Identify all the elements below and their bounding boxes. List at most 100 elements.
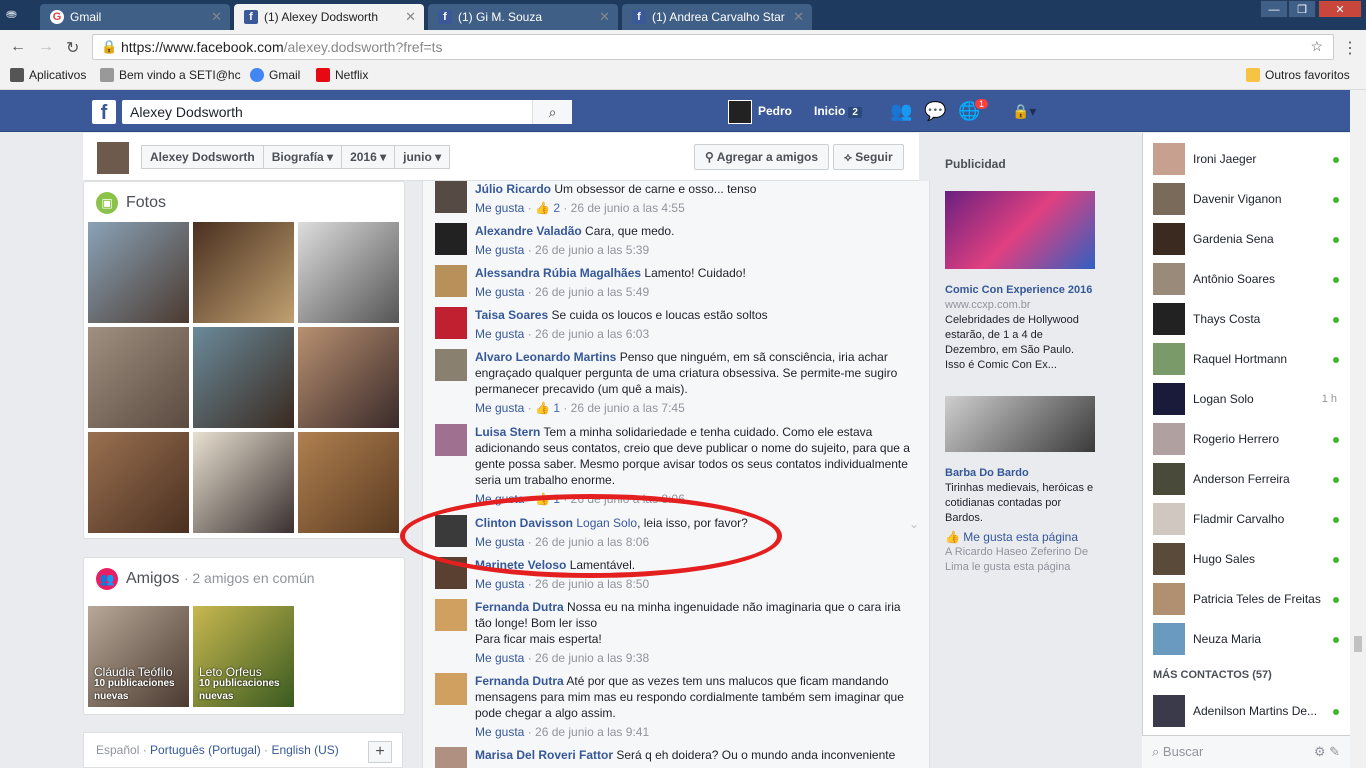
chat-contact[interactable]: Hugo Sales [1153,543,1343,575]
scrollbar-thumb[interactable] [1354,636,1362,652]
breadcrumb: Alexey Dodsworth Biografía ▾ 2016 ▾ juni… [141,145,451,169]
friend-requests-icon[interactable]: 👥 [890,101,912,122]
photos-card: ▣ Fotos [83,181,405,539]
chat-contact[interactable]: Anderson Ferreira [1153,463,1343,495]
messages-icon[interactable]: 💬 [924,101,946,122]
url-input[interactable]: 🔒 https://www.facebook.com/alexey.dodswo… [92,34,1334,60]
chat-contact[interactable]: Gardenia Sena [1153,223,1343,255]
ad-comic-con[interactable]: Comic Con Experience 2016 www.ccxp.com.b… [945,283,1095,373]
chat-contact[interactable]: Raquel Hortmann [1153,343,1343,375]
star-icon[interactable]: ☆ [1310,38,1323,55]
chat-contact[interactable]: Davenir Viganon [1153,183,1343,215]
like-count[interactable]: 👍 2 [535,201,560,215]
chat-contact[interactable]: Neuza Maria [1153,623,1343,655]
friends-icon: 👥 [96,568,118,590]
avatar[interactable] [435,223,467,255]
chat-contact[interactable]: Logan Solo 1 h [1153,383,1343,415]
tab-gi-souza[interactable]: f (1) Gi M. Souza ✕ [428,4,618,30]
friend-tile[interactable]: Leto Orfeus 10 publicaciones nuevas [193,606,294,707]
minimize-button[interactable]: — [1260,0,1288,18]
close-tab-icon[interactable]: ✕ [211,9,222,25]
bookmark-seti[interactable]: Bem vindo a SETI@hc [100,68,241,82]
reload-icon[interactable]: ↻ [66,38,79,58]
avatar [1153,503,1185,535]
chat-settings-icon[interactable]: ⚙ ✎ [1314,744,1340,760]
photo-thumbnail[interactable] [298,432,399,533]
chat-contact[interactable]: Fladmir Carvalho [1153,503,1343,535]
profile-link[interactable]: Pedro [728,100,792,124]
like-count[interactable]: 👍 1 [535,401,560,415]
home-link[interactable]: Inicio 2 [814,104,862,118]
tab-gmail[interactable]: G Gmail ✕ [40,4,230,30]
chat-search-input[interactable]: ⌕ Buscar ⚙ ✎ [1142,735,1350,768]
photo-thumbnail[interactable] [298,222,399,323]
bookmark-other[interactable]: Outros favoritos [1246,68,1350,82]
chevron-down-icon[interactable]: ⌄ [909,517,919,531]
privacy-icon[interactable]: 🔒▾ [1012,103,1036,120]
photo-icon: ▣ [96,192,118,214]
photo-thumbnail[interactable] [193,327,294,428]
menu-icon[interactable]: ⋮ [1342,38,1358,58]
crumb-biography[interactable]: Biografía ▾ [264,146,343,168]
page-scrollbar[interactable] [1350,90,1366,768]
avatar[interactable] [435,557,467,589]
tab-alexey[interactable]: f (1) Alexey Dodsworth ✕ [234,4,424,30]
ad-image[interactable] [945,396,1095,452]
add-friend-button[interactable]: ⚲ Agregar a amigos [694,144,830,170]
avatar[interactable] [435,424,467,456]
photo-thumbnail[interactable] [88,222,189,323]
like-count[interactable]: 👍 1 [535,492,560,506]
avatar[interactable] [435,747,467,768]
add-language-button[interactable]: + [368,741,392,763]
avatar[interactable] [435,307,467,339]
bookmark-apps[interactable]: Aplicativos [10,68,86,82]
avatar[interactable] [97,142,129,174]
friend-tile[interactable]: Cláudia Teófilo 10 publicaciones nuevas [88,606,189,707]
avatar[interactable] [435,599,467,631]
chat-contact[interactable]: Antônio Soares [1153,263,1343,295]
online-indicator [1333,637,1339,643]
tab-andrea[interactable]: f (1) Andrea Carvalho Star ✕ [622,4,812,30]
crumb-profile[interactable]: Alexey Dodsworth [142,146,264,168]
bookmark-gmail[interactable]: Gmail [250,68,300,82]
back-icon[interactable]: ← [10,38,26,56]
chat-contact[interactable]: Adenilson Martins De... [1153,695,1343,727]
close-window-button[interactable]: ✕ [1318,0,1362,18]
close-tab-icon[interactable]: ✕ [793,9,804,25]
photos-title[interactable]: ▣ Fotos [96,192,166,214]
ad-image[interactable] [945,191,1095,269]
friends-card: 👥 Amigos · 2 amigos en común Cláudia Teóf… [83,557,405,715]
search-icon[interactable]: ⌕ [532,100,572,124]
forward-icon[interactable]: → [38,38,54,56]
facebook-logo-icon[interactable]: f [92,100,116,124]
avatar[interactable] [435,673,467,705]
online-indicator [1333,517,1339,523]
photo-thumbnail[interactable] [88,327,189,428]
chat-contact[interactable]: Rogerio Herrero [1153,423,1343,455]
photo-thumbnail[interactable] [88,432,189,533]
fb-search-input[interactable]: Alexey Dodsworth [122,100,572,124]
follow-button[interactable]: ⟡ Seguir [833,144,904,170]
avatar [1153,463,1185,495]
chat-sidebar: Ironi Jaeger Davenir Viganon Gardenia Se… [1142,133,1350,768]
online-indicator [1333,437,1339,443]
photo-thumbnail[interactable] [193,222,294,323]
like-page-link[interactable]: 👍 Me gusta esta página [945,530,1095,545]
maximize-button[interactable]: ❐ [1288,0,1316,18]
crumb-month[interactable]: junio ▾ [395,146,449,168]
ad-barba-bardo[interactable]: Barba Do Bardo Tirinhas medievais, herói… [945,466,1095,575]
avatar[interactable] [435,349,467,381]
photo-thumbnail[interactable] [193,432,294,533]
avatar[interactable] [435,265,467,297]
avatar[interactable] [435,181,467,213]
chat-contact[interactable]: Thays Costa [1153,303,1343,335]
close-tab-icon[interactable]: ✕ [599,9,610,25]
crumb-year[interactable]: 2016 ▾ [342,146,396,168]
chat-contact[interactable]: Patricia Teles de Freitas [1153,583,1343,615]
friends-title[interactable]: 👥 Amigos · 2 amigos en común [96,568,315,590]
photo-thumbnail[interactable] [298,327,399,428]
bookmark-netflix[interactable]: Netflix [316,68,368,82]
avatar[interactable] [435,515,467,547]
chat-contact[interactable]: Ironi Jaeger [1153,143,1343,175]
close-tab-icon[interactable]: ✕ [405,9,416,25]
